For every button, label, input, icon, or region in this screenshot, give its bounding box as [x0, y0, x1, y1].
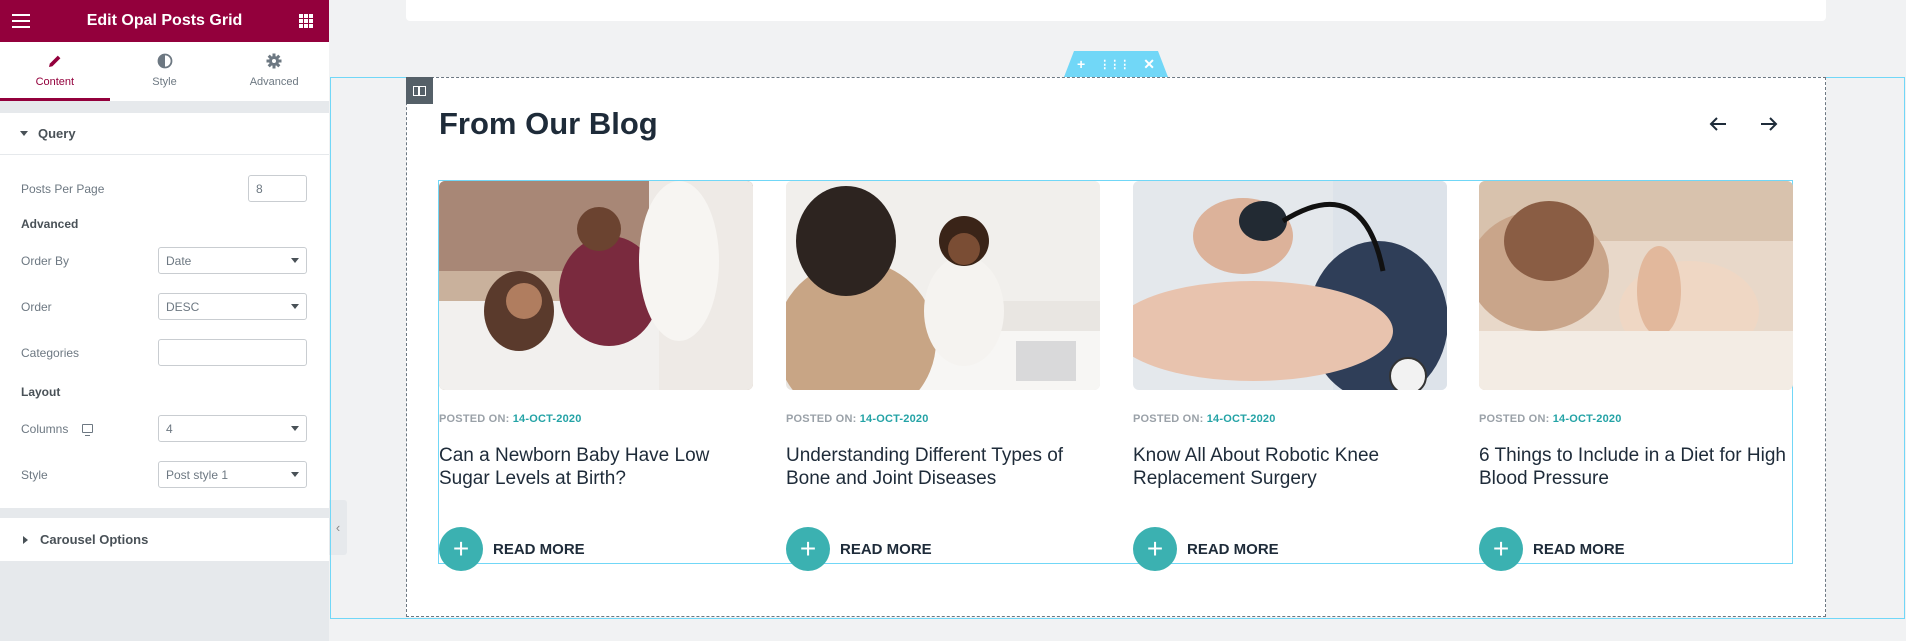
post-date[interactable]: 14-OCT-2020: [1553, 413, 1622, 425]
order-by-label: Order By: [21, 253, 70, 268]
plus-icon: +: [1479, 527, 1523, 571]
post-date[interactable]: 14-OCT-2020: [860, 413, 929, 425]
plus-icon: +: [1133, 527, 1177, 571]
drag-handle-icon[interactable]: ⋮⋮⋮: [1099, 58, 1130, 71]
desktop-monitor-icon[interactable]: [82, 424, 94, 436]
editor-panel: Edit Opal Posts Grid Content Style Advan…: [0, 0, 329, 641]
half-circle-icon: [157, 52, 173, 70]
previous-section-bottom: [406, 0, 1826, 21]
post-meta: POSTED ON: 14-OCT-2020: [439, 413, 753, 425]
chevron-down-icon: [291, 426, 299, 431]
posts-per-page-value: 8: [256, 181, 263, 196]
columns-value: 4: [166, 421, 173, 436]
delete-section-close-icon[interactable]: ✕: [1143, 56, 1155, 73]
order-select[interactable]: DESC: [158, 293, 307, 320]
style-select[interactable]: Post style 1: [158, 461, 307, 488]
style-label: Style: [21, 467, 48, 482]
carousel-options-section-header[interactable]: Carousel Options: [0, 518, 329, 561]
tab-content[interactable]: Content: [0, 42, 110, 101]
post-date[interactable]: 14-OCT-2020: [1207, 413, 1276, 425]
post-card: POSTED ON: 14-OCT-2020 Know All About Ro…: [1133, 181, 1447, 571]
read-more-label: READ MORE: [493, 540, 585, 558]
arrow-right-icon[interactable]: [1760, 112, 1784, 136]
plus-icon: +: [439, 527, 483, 571]
section-handle: + ⋮⋮⋮ ✕: [1064, 51, 1168, 77]
order-label: Order: [21, 299, 52, 314]
gear-icon: [266, 52, 282, 70]
post-card: POSTED ON: 14-OCT-2020 Understanding Dif…: [786, 181, 1100, 571]
order-by-row: Order By Date: [21, 247, 307, 274]
columns-select[interactable]: 4: [158, 415, 307, 442]
post-image-pregnancy[interactable]: [1479, 181, 1793, 390]
chevron-down-icon: [291, 258, 299, 263]
carousel-options-label: Carousel Options: [40, 532, 149, 547]
read-more-button[interactable]: + READ MORE: [1479, 527, 1793, 571]
post-image-blood-pressure[interactable]: [1133, 181, 1447, 390]
arrow-left-icon[interactable]: [1709, 112, 1733, 136]
read-more-label: READ MORE: [1187, 540, 1279, 558]
read-more-button[interactable]: + READ MORE: [1133, 527, 1447, 571]
columns-label-wrap: Columns: [21, 421, 94, 436]
panel-title: Edit Opal Posts Grid: [86, 12, 243, 29]
post-meta-prefix: POSTED ON:: [1133, 413, 1204, 425]
plus-icon: +: [786, 527, 830, 571]
post-image-bone-joint[interactable]: [786, 181, 1100, 390]
categories-label: Categories: [21, 345, 80, 360]
columns-label: Columns: [21, 421, 69, 436]
post-meta-prefix: POSTED ON:: [786, 413, 857, 425]
panel-tabs: Content Style Advanced: [0, 42, 329, 102]
query-section-label: Query: [38, 126, 76, 141]
post-date[interactable]: 14-OCT-2020: [513, 413, 582, 425]
read-more-label: READ MORE: [1533, 540, 1625, 558]
style-value: Post style 1: [166, 467, 229, 482]
query-section-header[interactable]: Query: [0, 113, 329, 155]
post-card: POSTED ON: 14-OCT-2020 6 Things to Inclu…: [1479, 181, 1793, 571]
post-image-newborn[interactable]: [439, 181, 753, 390]
column-handle-icon[interactable]: [406, 77, 433, 104]
post-meta-prefix: POSTED ON:: [1479, 413, 1550, 425]
post-title[interactable]: Understanding Different Types of Bone an…: [786, 444, 1100, 494]
categories-select[interactable]: [158, 339, 307, 366]
menu-icon[interactable]: [12, 14, 30, 28]
post-meta: POSTED ON: 14-OCT-2020: [1133, 413, 1447, 425]
panel-header: Edit Opal Posts Grid: [0, 0, 329, 42]
post-card: POSTED ON: 14-OCT-2020 Can a Newborn Bab…: [439, 181, 753, 571]
post-title[interactable]: 6 Things to Include in a Diet for High B…: [1479, 444, 1793, 494]
order-value: DESC: [166, 299, 200, 314]
posts-per-page-row: Posts Per Page 8: [21, 175, 307, 202]
posts-per-page-label: Posts Per Page: [21, 181, 105, 196]
post-meta-prefix: POSTED ON:: [439, 413, 510, 425]
query-section-body: Query Posts Per Page 8 Advanced Order By…: [0, 113, 329, 508]
style-row: Style Post style 1: [21, 461, 307, 488]
posts-per-page-input[interactable]: 8: [248, 175, 307, 202]
caret-right-icon: [23, 535, 28, 544]
widgets-grid-icon[interactable]: [298, 14, 313, 28]
advanced-heading: Advanced: [21, 217, 79, 231]
read-more-label: READ MORE: [840, 540, 932, 558]
order-by-select[interactable]: Date: [158, 247, 307, 274]
add-section-plus-icon[interactable]: +: [1077, 56, 1085, 72]
tab-advanced-label: Advanced: [249, 76, 299, 88]
order-row: Order DESC: [21, 293, 307, 320]
chevron-down-icon: [291, 304, 299, 309]
post-meta: POSTED ON: 14-OCT-2020: [786, 413, 1100, 425]
tab-style[interactable]: Style: [110, 42, 220, 101]
read-more-button[interactable]: + READ MORE: [786, 527, 1100, 571]
tab-advanced[interactable]: Advanced: [219, 42, 329, 101]
tab-content-label: Content: [35, 76, 75, 88]
columns-row: Columns 4: [21, 415, 307, 442]
read-more-button[interactable]: + READ MORE: [439, 527, 753, 571]
blog-section-title: From Our Blog: [439, 106, 658, 141]
categories-row: Categories: [21, 339, 307, 366]
post-meta: POSTED ON: 14-OCT-2020: [1479, 413, 1793, 425]
tab-style-label: Style: [152, 76, 177, 88]
post-title[interactable]: Know All About Robotic Knee Replacement …: [1133, 444, 1447, 494]
chevron-down-icon: [291, 472, 299, 477]
layout-heading: Layout: [21, 385, 61, 399]
post-title[interactable]: Can a Newborn Baby Have Low Sugar Levels…: [439, 444, 753, 494]
caret-down-icon: [20, 131, 28, 136]
pencil-icon: [47, 52, 63, 70]
order-by-value: Date: [166, 253, 192, 268]
